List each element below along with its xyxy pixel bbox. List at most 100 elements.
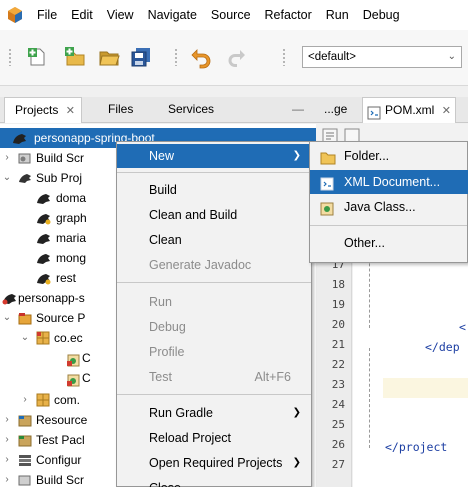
context-menu-profile[interactable]: Profile (117, 340, 311, 364)
line-number: 20 (331, 318, 345, 331)
java-package-icon (36, 393, 50, 407)
line-number: 26 (331, 438, 345, 451)
editor-tab-pom[interactable]: POM.xml ✕ (362, 97, 456, 123)
line-number: 18 (331, 278, 345, 291)
tree-row-label: Sub Proj (36, 171, 83, 185)
redo-icon[interactable] (224, 44, 250, 70)
context-menu-reload-project[interactable]: Reload Project (117, 426, 311, 450)
fold-guide (369, 348, 370, 448)
open-project-icon[interactable] (96, 44, 122, 70)
menu-bar: File Edit View Navigate Source Refactor … (0, 0, 468, 30)
code-line: < (459, 320, 466, 334)
chevron-down-icon[interactable]: ⌄ (20, 328, 30, 348)
java-package-icon (36, 331, 50, 345)
context-menu-run[interactable]: Run (117, 290, 311, 314)
menu-source[interactable]: Source (204, 0, 258, 30)
context-menu-build[interactable]: Build (117, 178, 311, 202)
toolbar-grip[interactable] (174, 48, 178, 66)
menu-separator (117, 172, 311, 173)
submenu-xml-document[interactable]: XML Document... (310, 170, 468, 194)
java-class-icon (320, 200, 334, 224)
menu-view[interactable]: View (100, 0, 141, 30)
editor-tabs: ...ge POM.xml ✕ (316, 97, 468, 123)
chevron-down-icon[interactable]: ⌄ (2, 308, 12, 328)
resources-icon (18, 413, 32, 427)
build-scripts-icon (18, 473, 32, 487)
menu-navigate[interactable]: Navigate (141, 0, 204, 30)
test-package-icon (18, 433, 32, 447)
subprojects-icon (18, 171, 32, 185)
context-menu-open-required-projects[interactable]: Open Required Projects ❯ (117, 451, 311, 475)
tree-row-label: co.ec (54, 331, 83, 345)
context-menu-debug[interactable]: Debug (117, 315, 311, 339)
maven-module-icon (36, 251, 50, 265)
tab-services[interactable]: Services (168, 97, 214, 123)
chevron-right-icon[interactable]: › (2, 148, 12, 168)
tree-row-label: maria (56, 231, 87, 245)
menu-separator (310, 225, 467, 226)
save-all-icon[interactable] (128, 44, 154, 70)
chevron-right-icon[interactable]: › (2, 450, 12, 470)
toolbar-grip[interactable] (8, 48, 12, 66)
maven-project-icon (2, 291, 16, 305)
context-menu: New ❯ Build Clean and Build Clean Genera… (116, 141, 312, 487)
line-number: 27 (331, 458, 345, 471)
menu-file[interactable]: File (30, 0, 64, 30)
chevron-right-icon[interactable]: › (2, 410, 12, 430)
tree-row-label: graph (56, 211, 87, 225)
tree-row-label: personapp-s (18, 291, 85, 305)
close-icon[interactable]: ✕ (66, 105, 75, 117)
maven-module-icon (36, 191, 50, 205)
context-menu-close[interactable]: Close (117, 476, 311, 487)
menu-item-label: XML Document... (344, 175, 441, 189)
tab-files[interactable]: Files (108, 97, 133, 123)
configuration-select[interactable]: <default> ⌄ (302, 46, 462, 68)
menu-item-label: Open Required Projects (149, 456, 283, 470)
menu-edit[interactable]: Edit (64, 0, 100, 30)
new-file-icon[interactable] (24, 44, 50, 70)
tab-projects[interactable]: Projects ✕ (4, 97, 82, 123)
menu-item-label: Test (149, 370, 172, 384)
tree-row-label: Test Pacl (36, 433, 85, 447)
menu-run[interactable]: Run (319, 0, 356, 30)
new-submenu: Folder... XML Document... Java Class... … (309, 141, 468, 263)
menu-refactor[interactable]: Refactor (258, 0, 319, 30)
tree-row-label: mong (56, 251, 87, 265)
submenu-other[interactable]: Other... (310, 231, 468, 255)
left-panel-tabs: Projects ✕ Files Services — (0, 97, 316, 123)
chevron-right-icon[interactable]: › (2, 470, 12, 487)
configuration-icon (18, 453, 32, 467)
chevron-right-icon[interactable]: › (20, 390, 30, 410)
editor-tab-label: POM.xml (385, 103, 435, 117)
code-line: </project (385, 440, 448, 454)
chevron-down-icon[interactable]: ⌄ (2, 168, 12, 188)
menu-item-label: New (149, 149, 175, 163)
tree-row-label: doma (56, 191, 87, 205)
chevron-right-icon: ❯ (292, 457, 301, 468)
chevron-right-icon: ❯ (292, 407, 301, 418)
toolbar-grip[interactable] (282, 48, 286, 66)
line-number: 23 (331, 378, 345, 391)
new-project-icon[interactable] (62, 44, 88, 70)
maven-module-icon (36, 231, 50, 245)
close-icon[interactable]: ✕ (442, 105, 451, 117)
submenu-java-class[interactable]: Java Class... (310, 195, 468, 219)
context-menu-run-gradle[interactable]: Run Gradle ❯ (117, 401, 311, 425)
undo-icon[interactable] (188, 44, 214, 70)
line-number: 19 (331, 298, 345, 311)
context-menu-clean[interactable]: Clean (117, 228, 311, 252)
menu-item-label: Run Gradle (149, 406, 213, 420)
submenu-folder[interactable]: Folder... (310, 144, 468, 168)
editor-tab-package[interactable]: ...ge (324, 97, 347, 123)
minimize-icon[interactable]: — (292, 97, 304, 123)
menu-separator (117, 394, 311, 395)
context-menu-test[interactable]: Test Alt+F6 (117, 365, 311, 389)
main-toolbar: <default> ⌄ (0, 30, 468, 86)
context-menu-generate-javadoc[interactable]: Generate Javadoc (117, 253, 311, 277)
tree-row-label: C (82, 351, 91, 365)
chevron-right-icon[interactable]: › (2, 430, 12, 450)
menu-item-shortcut: Alt+F6 (254, 370, 291, 384)
context-menu-new[interactable]: New ❯ (117, 144, 311, 168)
menu-debug[interactable]: Debug (356, 0, 407, 30)
context-menu-clean-and-build[interactable]: Clean and Build (117, 203, 311, 227)
